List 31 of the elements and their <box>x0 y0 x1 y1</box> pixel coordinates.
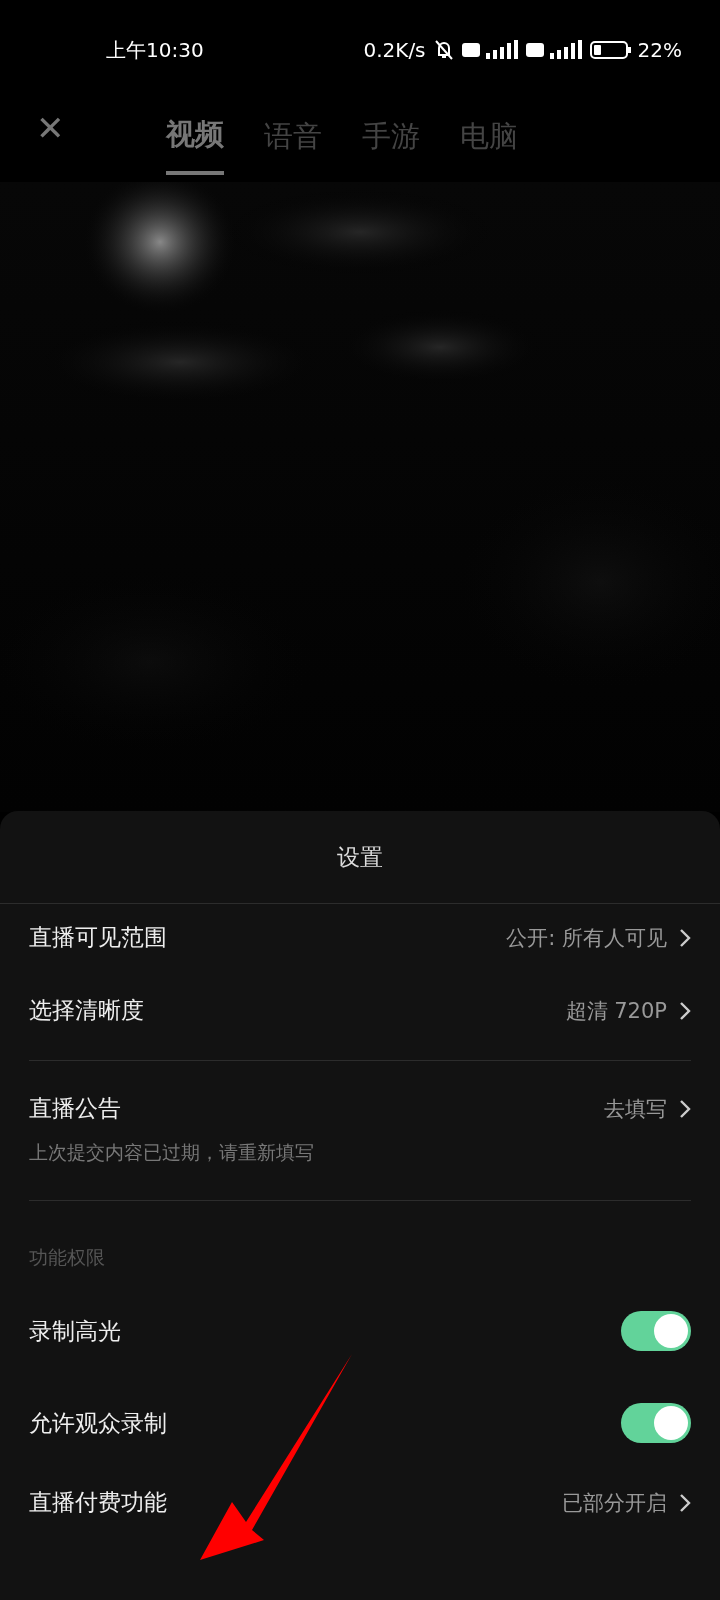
battery-percent: 22% <box>637 38 682 62</box>
tab[interactable]: 视频 <box>166 107 224 175</box>
signal-icon <box>461 39 520 61</box>
row-label: 直播可见范围 <box>29 923 168 952</box>
chevron-icon <box>679 1098 691 1119</box>
row-note: 上次提交内容已过期，请重新填写 <box>29 1140 315 1165</box>
close-button[interactable]: ✕ <box>28 104 73 152</box>
row-label: 直播付费功能 <box>29 1488 168 1517</box>
toggle-switch[interactable] <box>621 1311 691 1351</box>
chevron-icon <box>679 1492 691 1513</box>
section-header: 功能权限 <box>29 1246 105 1268</box>
status-time: 上午10:30 <box>106 36 204 64</box>
chevron-icon <box>679 1000 691 1021</box>
sheet-title: 设置 <box>337 842 383 872</box>
settings-row[interactable]: 直播可见范围 公开: 所有人可见 <box>29 904 691 977</box>
row-value: 去填写 <box>604 1095 667 1123</box>
row-value: 公开: 所有人可见 <box>506 924 667 952</box>
row-label: 允许观众录制 <box>29 1408 168 1438</box>
settings-row[interactable]: 直播付费功能 已部分开启 <box>29 1469 691 1542</box>
chevron-icon <box>679 927 691 948</box>
network-speed: 0.2K/s <box>363 38 426 62</box>
settings-row[interactable]: 直播公告 去填写 上次提交内容已过期，请重新填写 <box>29 1075 691 1190</box>
settings-row[interactable]: 选择清晰度 超清 720P <box>29 977 691 1050</box>
row-label: 选择清晰度 <box>29 996 145 1025</box>
battery-icon <box>589 40 632 60</box>
row-value: 超清 720P <box>565 997 667 1025</box>
row-value: 已部分开启 <box>562 1489 667 1517</box>
row-label: 直播公告 <box>29 1094 122 1123</box>
toggle-switch[interactable] <box>621 1403 691 1443</box>
row-label: 录制高光 <box>29 1316 122 1346</box>
signal-icon <box>525 39 584 61</box>
